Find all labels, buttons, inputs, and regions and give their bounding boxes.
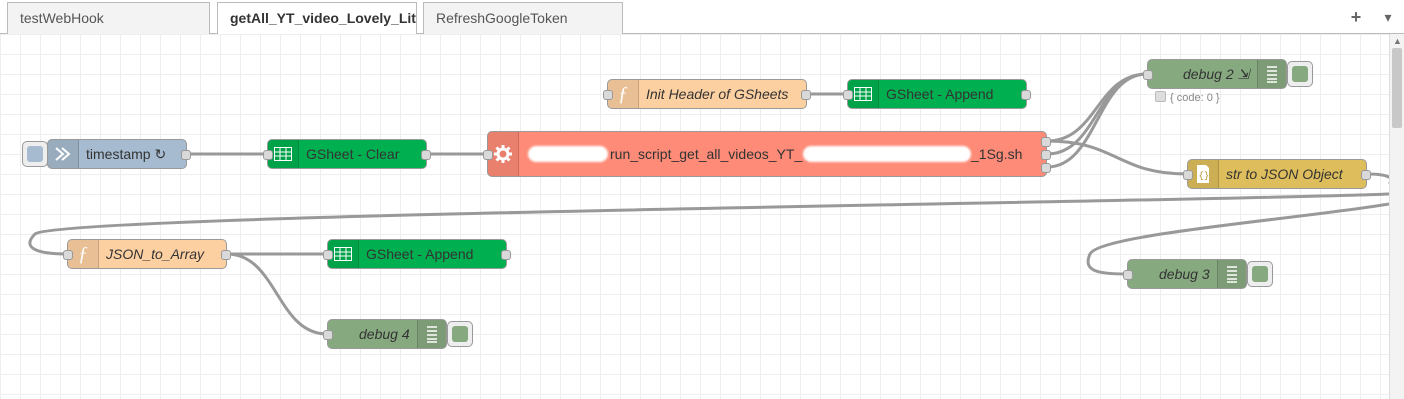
inject-button[interactable]	[22, 141, 48, 167]
tab-testwebhook[interactable]: testWebHook	[7, 2, 210, 34]
node-label: debug 2 ⇲	[1183, 66, 1250, 82]
svg-text:ƒ: ƒ	[618, 84, 628, 104]
node-label: Init Header of GSheets	[646, 86, 789, 102]
flow-list-menu-button[interactable]: ▾	[1377, 6, 1399, 28]
list-icon	[1257, 60, 1286, 88]
node-label: debug 3	[1159, 266, 1210, 282]
input-port[interactable]	[263, 150, 273, 160]
wire	[1046, 72, 1148, 169]
output-port[interactable]	[1021, 90, 1031, 100]
output-port[interactable]	[181, 150, 191, 160]
node-label: debug 4	[359, 326, 410, 342]
output-port[interactable]	[801, 90, 811, 100]
debug-toggle-button[interactable]	[1247, 261, 1273, 287]
output-port-2[interactable]	[1041, 150, 1051, 160]
debug-toggle-button[interactable]	[447, 321, 473, 347]
flow-tab-bar: testWebHook getAll_YT_video_Lovely_Lit R…	[0, 0, 1404, 35]
node-label: GSheet - Append	[886, 86, 994, 102]
node-label-end: _1Sg.sh	[971, 146, 1023, 162]
debug-node-2[interactable]: debug 2 ⇲	[1143, 59, 1287, 89]
node-label: run_script_get_all_videos_YT_	[610, 146, 803, 162]
output-port-1[interactable]	[1041, 137, 1051, 147]
wire	[1046, 139, 1188, 176]
output-port[interactable]	[421, 150, 431, 160]
gsheet-clear-node[interactable]: GSheet - Clear	[263, 139, 431, 169]
list-icon	[417, 320, 446, 348]
output-port[interactable]	[501, 250, 511, 260]
list-icon	[1217, 260, 1246, 288]
status-dot-icon	[1155, 91, 1166, 102]
add-flow-button[interactable]: +	[1345, 6, 1367, 28]
input-port[interactable]	[603, 90, 613, 100]
node-label: str to JSON Object	[1226, 166, 1343, 182]
input-port[interactable]	[843, 90, 853, 100]
node-label: GSheet - Append	[366, 246, 474, 262]
redaction-mark	[803, 146, 971, 162]
flow-workspace[interactable]: ƒ Init Header of GSheets GSheet - Append…	[0, 34, 1389, 399]
svg-text:ƒ: ƒ	[78, 244, 88, 264]
node-status: { code: 0 }	[1155, 91, 1220, 104]
debug-node-4[interactable]: debug 4	[323, 319, 447, 349]
svg-text:{}: {}	[1199, 171, 1210, 181]
gsheet-append-node-bottom[interactable]: GSheet - Append	[323, 239, 511, 269]
inject-node-timestamp[interactable]: timestamp ↻	[47, 139, 191, 169]
input-port[interactable]	[1123, 270, 1133, 280]
input-port[interactable]	[483, 150, 493, 160]
node-label: timestamp ↻	[86, 146, 167, 162]
input-port[interactable]	[323, 330, 333, 340]
tab-refreshgoogletoken[interactable]: RefreshGoogleToken	[423, 2, 623, 34]
json-node-str-to-json[interactable]: {} str to JSON Object	[1183, 159, 1371, 189]
output-port[interactable]	[221, 250, 231, 260]
node-label: GSheet - Clear	[306, 146, 400, 162]
input-port[interactable]	[1183, 170, 1193, 180]
output-port[interactable]	[1361, 170, 1371, 180]
input-port[interactable]	[323, 250, 333, 260]
gsheet-append-node-top[interactable]: GSheet - Append	[843, 79, 1031, 109]
debug-toggle-button[interactable]	[1287, 61, 1313, 87]
input-port[interactable]	[63, 250, 73, 260]
function-node-json-to-array[interactable]: ƒ JSON_to_Array	[63, 239, 231, 269]
wire	[226, 252, 328, 336]
vertical-scrollbar[interactable]: ▲	[1389, 34, 1404, 399]
tab-getall-yt-video[interactable]: getAll_YT_video_Lovely_Lit	[217, 2, 417, 35]
redaction-mark	[528, 146, 608, 162]
function-node-init-header[interactable]: ƒ Init Header of GSheets	[603, 79, 811, 109]
input-port[interactable]	[1143, 70, 1153, 80]
scrollbar-thumb[interactable]	[1392, 48, 1402, 128]
wire	[1046, 72, 1148, 143]
exec-node-run-script[interactable]: run_script_get_all_videos_YT_ _1Sg.sh	[483, 131, 1051, 177]
output-port-3[interactable]	[1041, 163, 1051, 173]
wire	[28, 192, 1389, 256]
arrow-icon	[48, 140, 79, 168]
node-label: JSON_to_Array	[106, 246, 205, 262]
scroll-up-icon[interactable]: ▲	[1393, 36, 1402, 46]
debug-node-3[interactable]: debug 3	[1123, 259, 1247, 289]
